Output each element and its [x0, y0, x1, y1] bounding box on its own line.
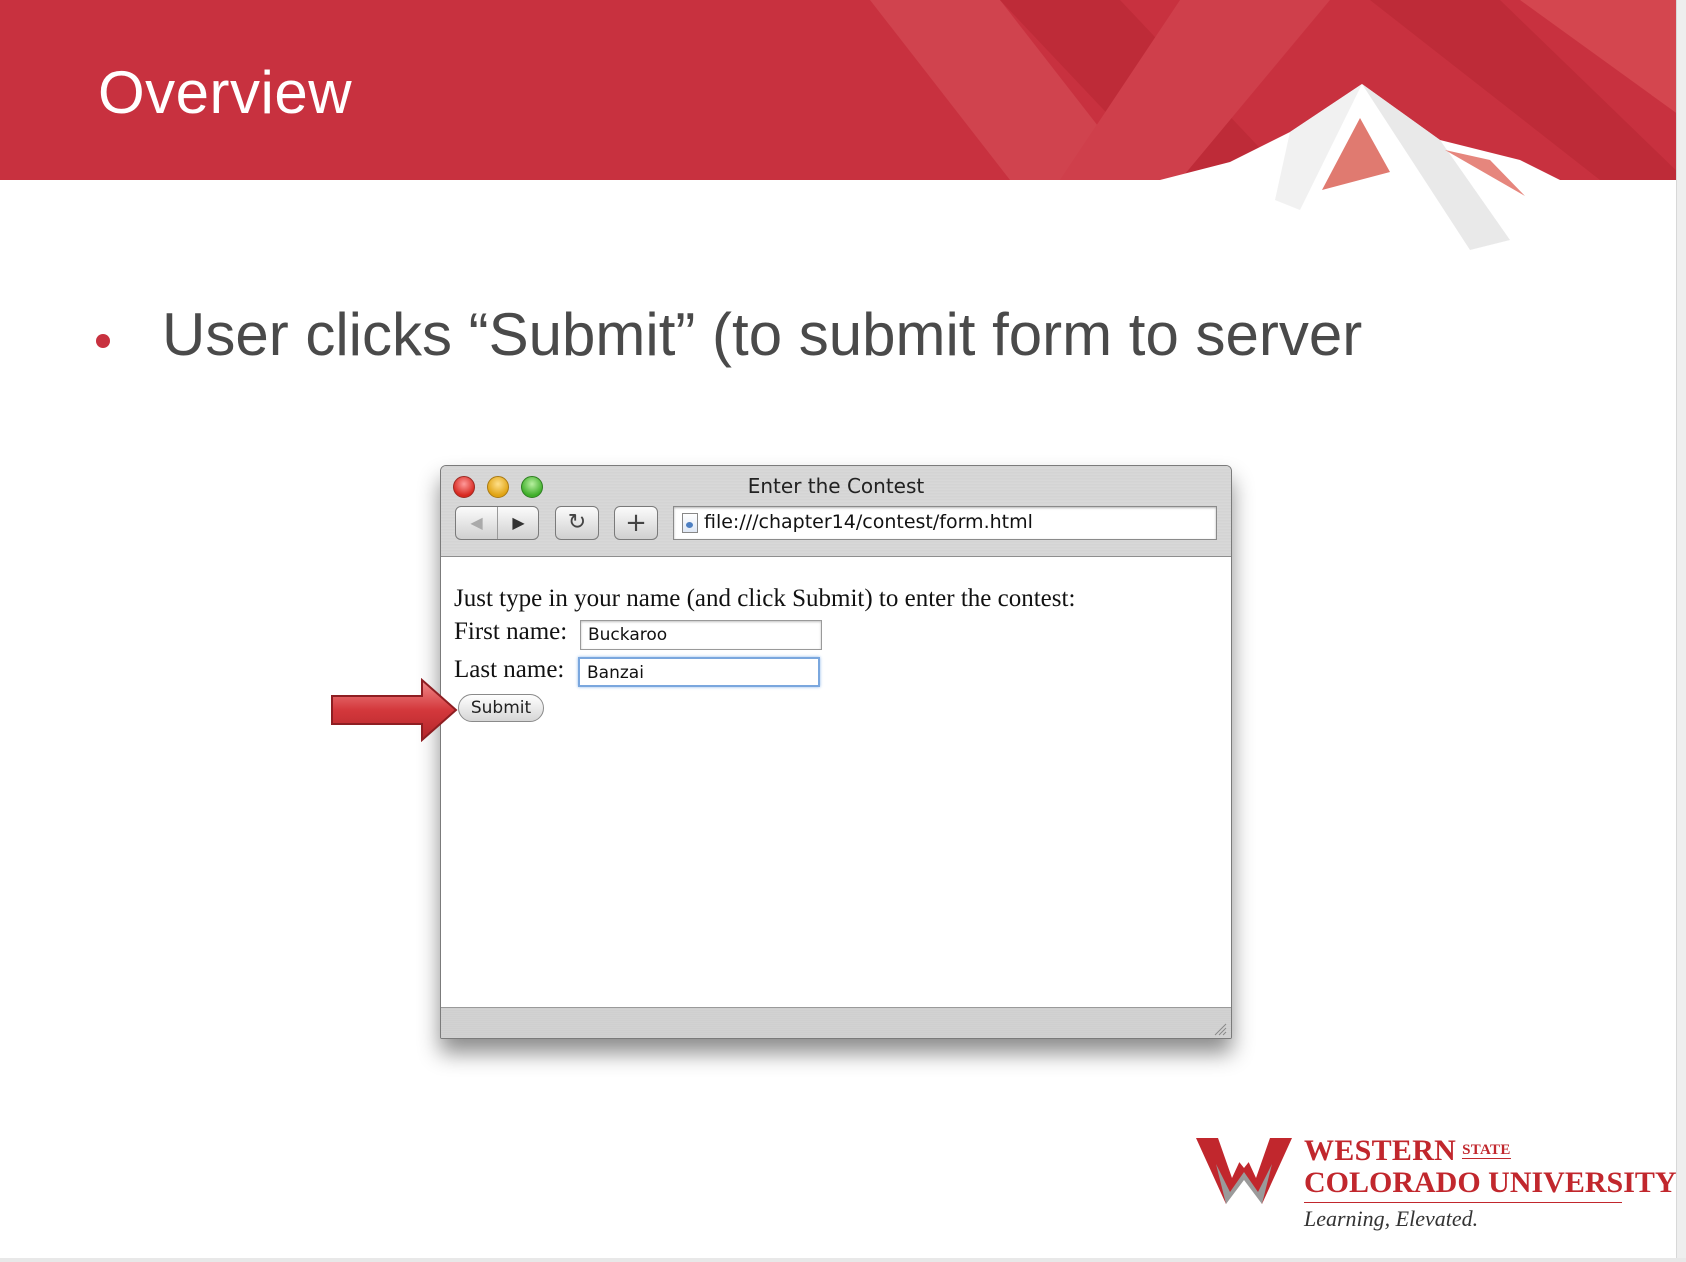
logo-state: STATE [1462, 1142, 1511, 1159]
browser-statusbar [441, 1007, 1231, 1038]
bullet-dot [96, 334, 110, 348]
page-document-icon [682, 513, 698, 533]
w-mountain-logo-icon [1196, 1138, 1292, 1204]
address-bar[interactable]: file:///chapter14/contest/form.html [673, 506, 1217, 540]
logo-divider [1304, 1202, 1622, 1203]
window-title: Enter the Contest [747, 474, 925, 498]
nav-button-group: ◀ ▶ [455, 506, 539, 540]
slide-title: Overview [98, 59, 353, 126]
forward-arrow-icon[interactable]: ▶ [497, 507, 539, 539]
add-bookmark-icon[interactable]: + [614, 506, 658, 540]
page-edge-bottom [0, 1258, 1686, 1262]
last-name-label: Last name: [454, 656, 565, 683]
university-logo: WESTERN STATE COLORADO UNIVERSITY Learnin… [1196, 1134, 1677, 1234]
url-text: file:///chapter14/contest/form.html [704, 511, 1033, 533]
logo-wordmark-line2: COLORADO UNIVERSITY [1304, 1166, 1677, 1199]
last-name-input[interactable]: Banzai [578, 657, 820, 687]
header-banner [0, 0, 1686, 260]
submit-button[interactable]: Submit [458, 694, 544, 722]
back-arrow-icon[interactable]: ◀ [456, 507, 497, 539]
logo-wordmark-line1: WESTERN STATE [1304, 1134, 1511, 1168]
page-edge [1676, 0, 1686, 1262]
reload-icon[interactable]: ↻ [555, 506, 599, 540]
bullet-text: User clicks “Submit” (to submit form to … [162, 301, 1363, 368]
browser-window: Enter the Contest ◀ ▶ ↻ + file:///chapte… [440, 465, 1232, 1039]
logo-western: WESTERN [1304, 1134, 1457, 1167]
slide: Overview User clicks “Submit” (to submit… [0, 0, 1686, 1262]
page-content: Just type in your name (and click Submit… [441, 557, 1231, 1007]
callout-arrow-icon [331, 678, 458, 742]
first-name-label: First name: [454, 618, 568, 645]
form-instructions: Just type in your name (and click Submit… [454, 585, 1076, 612]
browser-titlebar: Enter the Contest ◀ ▶ ↻ + file:///chapte… [441, 466, 1231, 557]
first-name-input[interactable]: Buckaroo [580, 620, 822, 650]
logo-tagline: Learning, Elevated. [1304, 1206, 1479, 1231]
resize-grip-icon[interactable] [1211, 1020, 1227, 1036]
